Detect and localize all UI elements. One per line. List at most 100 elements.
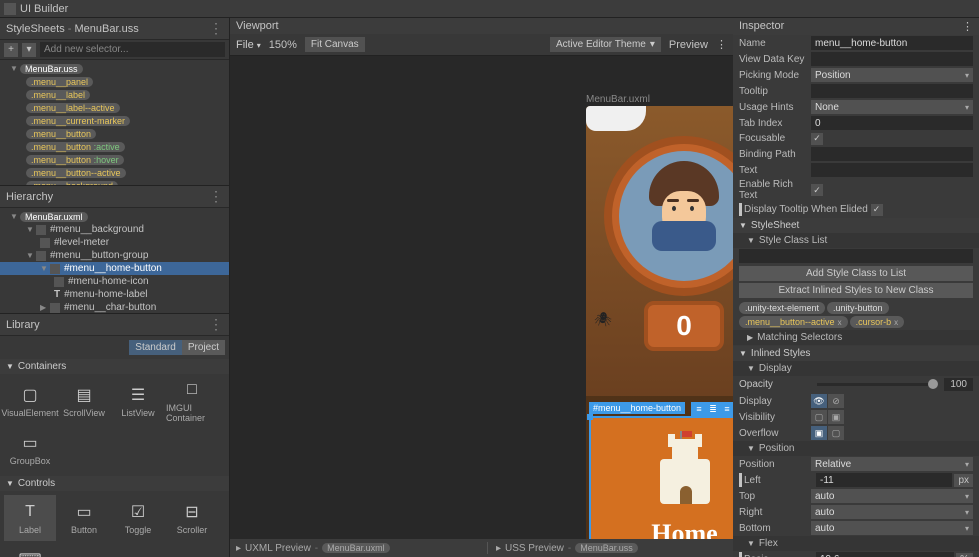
controls-section[interactable]: ▼Controls	[0, 476, 229, 491]
home-button-element[interactable]: Home	[589, 416, 733, 557]
display-section[interactable]: ▼Display	[733, 361, 979, 376]
overflow-hidden-icon[interactable]: ▢	[828, 426, 844, 440]
lib-slider[interactable]: ⊶Slider	[112, 543, 164, 557]
class-input[interactable]	[739, 249, 973, 263]
position-dropdown[interactable]: Relative▾	[811, 457, 973, 471]
tree-row[interactable]: ▶#menu__char-button	[0, 301, 229, 313]
tab-standard[interactable]: Standard	[129, 340, 182, 355]
tree-row[interactable]: .menu__button--active	[0, 166, 229, 179]
lib-listview[interactable]: ☰ListView	[112, 378, 164, 424]
tree-row[interactable]: .menu__current-marker	[0, 114, 229, 127]
extract-button[interactable]: Extract Inlined Styles to New Class	[739, 283, 973, 298]
inlined-section[interactable]: ▼Inlined Styles	[733, 346, 979, 361]
inspector-header: Inspector ⋮	[733, 18, 979, 35]
lib-toggle[interactable]: ☑Toggle	[112, 495, 164, 541]
tree-row[interactable]: .menu__button :hover	[0, 153, 229, 166]
lib-label[interactable]: TLabel	[4, 495, 56, 541]
alignment-toolbar[interactable]: ≡≣≡≣⊥⊤	[691, 402, 733, 416]
opacity-slider[interactable]	[817, 383, 938, 386]
viewdatakey-field[interactable]	[811, 52, 973, 66]
canvas[interactable]: MenuBar.uxml	[230, 56, 733, 557]
lib-sliderint[interactable]: ⊷Slider (Int)	[166, 543, 218, 557]
bindingpath-field[interactable]	[811, 147, 973, 161]
left-field[interactable]: -11	[816, 473, 952, 487]
tooltip-field[interactable]	[811, 84, 973, 98]
tooltip-checkbox[interactable]: ✓	[871, 204, 883, 216]
menu-icon[interactable]: ⋮	[209, 20, 223, 37]
tabindex-field[interactable]: 0	[811, 116, 973, 130]
containers-section[interactable]: ▼Containers	[0, 359, 229, 374]
add-button[interactable]: +	[4, 43, 18, 57]
tree-row[interactable]: .menu__panel	[0, 75, 229, 88]
position-section[interactable]: ▼Position	[733, 441, 979, 456]
tree-row[interactable]: .menu__button	[0, 127, 229, 140]
hidden-icon[interactable]: ▣	[828, 410, 844, 424]
class-pill[interactable]: .unity-text-element	[739, 302, 825, 314]
tree-row[interactable]: T#menu-home-label	[0, 288, 229, 301]
usage-dropdown[interactable]: None▾	[811, 100, 973, 114]
unit-dropdown[interactable]: %	[956, 553, 973, 557]
styleclass-section[interactable]: ▼Style Class List	[733, 233, 979, 248]
lib-imgui[interactable]: □IMGUI Container	[166, 378, 218, 424]
tab-project[interactable]: Project	[182, 340, 225, 355]
zoom-label[interactable]: 150%	[269, 39, 297, 51]
tree-row[interactable]: .menu__background	[0, 179, 229, 185]
fit-canvas-button[interactable]: Fit Canvas	[305, 37, 365, 52]
basis-field[interactable]: 19.6	[816, 552, 954, 557]
text-field[interactable]	[811, 163, 973, 177]
name-field[interactable]: menu__home-button	[811, 36, 973, 50]
lib-scroller[interactable]: ⊟Scroller	[166, 495, 218, 541]
game-menu-preview: 🕷 0 #menu__home-button ≡≣≡≣⊥⊤	[586, 106, 733, 557]
display-none-icon[interactable]: ⊘	[828, 394, 844, 408]
overflow-visible-icon[interactable]: ▣	[811, 426, 827, 440]
visible-icon[interactable]: ▢	[811, 410, 827, 424]
title-bar: UI Builder	[0, 0, 979, 18]
bottom-field[interactable]: auto▾	[811, 521, 973, 535]
avatar-frame	[604, 136, 733, 296]
focusable-checkbox[interactable]: ✓	[811, 133, 823, 145]
stylesheet-tree: ▼MenuBar.uss .menu__panel .menu__label .…	[0, 60, 229, 185]
lib-button[interactable]: ▭Button	[58, 495, 110, 541]
add-selector-input[interactable]: Add new selector...	[40, 42, 225, 57]
tree-row-selected[interactable]: ▼#menu__home-button	[0, 262, 229, 275]
file-menu[interactable]: File	[236, 39, 261, 51]
matching-section[interactable]: ▶Matching Selectors	[733, 330, 979, 345]
top-field[interactable]: auto▾	[811, 489, 973, 503]
lib-scrollview[interactable]: ▤ScrollView	[58, 378, 110, 424]
lib-visualelement[interactable]: ▢VisualElement	[4, 378, 56, 424]
lib-groupbox[interactable]: ▭GroupBox	[4, 426, 56, 472]
right-field[interactable]: auto▾	[811, 505, 973, 519]
lib-textfield[interactable]: ⌨Text Field	[4, 543, 56, 557]
lib-foldout[interactable]: ▸Foldout	[58, 543, 110, 557]
theme-dropdown[interactable]: Active Editor Theme▾	[550, 37, 661, 52]
tree-row[interactable]: #menu-home-icon	[0, 275, 229, 288]
menu-icon[interactable]: ⋮	[209, 188, 223, 205]
tree-row[interactable]: ▼#menu__background	[0, 223, 229, 236]
dropdown-button[interactable]: ▾	[22, 43, 36, 57]
flex-section[interactable]: ▼Flex	[733, 536, 979, 551]
richtext-checkbox[interactable]: ✓	[811, 184, 823, 196]
tree-row[interactable]: .menu__button :active	[0, 140, 229, 153]
preview-button[interactable]: Preview	[669, 39, 708, 51]
stylesheets-header: StyleSheets - MenuBar.uss ⋮	[0, 18, 229, 40]
picking-dropdown[interactable]: Position▾	[811, 68, 973, 82]
class-pill[interactable]: .cursor-bx	[850, 316, 905, 328]
tree-row[interactable]: ▼#menu__button-group	[0, 249, 229, 262]
tree-row[interactable]: ▼MenuBar.uss	[0, 62, 229, 75]
tree-row[interactable]: .menu__label	[0, 88, 229, 101]
menu-icon[interactable]: ⋮	[209, 316, 223, 333]
tree-row[interactable]: ▼MenuBar.uxml	[0, 210, 229, 223]
app-title: UI Builder	[20, 3, 68, 15]
tree-row[interactable]: #level-meter	[0, 236, 229, 249]
app-icon	[4, 3, 16, 15]
class-pill[interactable]: .menu__button--activex	[739, 316, 848, 328]
align-icon: ≡	[721, 403, 733, 415]
menu-icon[interactable]: ⋮	[962, 20, 973, 33]
class-pill[interactable]: .unity-button	[827, 302, 889, 314]
menu-icon[interactable]: ⋮	[716, 38, 727, 51]
unit-dropdown[interactable]: px	[954, 474, 973, 487]
display-flex-icon[interactable]: 👁	[811, 394, 827, 408]
tree-row[interactable]: .menu__label--active	[0, 101, 229, 114]
add-class-button[interactable]: Add Style Class to List	[739, 266, 973, 281]
stylesheet-section[interactable]: ▼StyleSheet	[733, 218, 979, 233]
